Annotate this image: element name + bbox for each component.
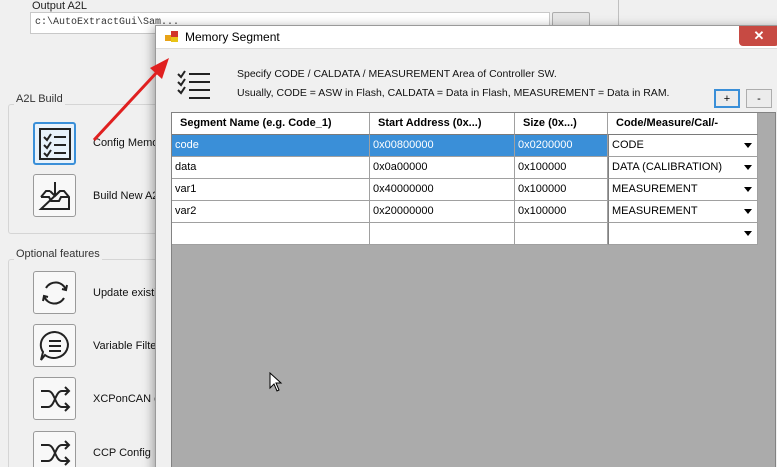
ccp-config-label: CCP Config bbox=[93, 447, 151, 459]
a2l-build-group bbox=[8, 104, 168, 234]
checklist-icon bbox=[177, 70, 210, 99]
dialog-title: Memory Segment bbox=[185, 30, 280, 44]
start-address-cell[interactable]: 0x40000000 bbox=[370, 179, 515, 201]
start-address-cell[interactable] bbox=[370, 223, 515, 245]
type-dropdown[interactable]: MEASUREMENT bbox=[608, 179, 758, 201]
dropdown-arrow-icon[interactable] bbox=[744, 209, 752, 214]
dropdown-arrow-icon[interactable] bbox=[744, 187, 752, 192]
description-line-2: Usually, CODE = ASW in Flash, CALDATA = … bbox=[237, 87, 670, 99]
table-row[interactable]: var2 0x20000000 0x100000 MEASUREMENT bbox=[172, 201, 775, 223]
list-bubble-icon bbox=[39, 330, 69, 361]
segment-name-cell[interactable]: var1 bbox=[172, 179, 370, 201]
variable-filter-button[interactable] bbox=[33, 324, 76, 367]
checklist-icon bbox=[38, 127, 71, 160]
column-header[interactable]: Code/Measure/Cal/- bbox=[608, 113, 758, 135]
xcponcan-label: XCPonCAN c bbox=[93, 393, 160, 405]
ccp-config-button[interactable] bbox=[33, 431, 76, 467]
size-cell[interactable]: 0x100000 bbox=[515, 201, 608, 223]
refresh-icon bbox=[41, 281, 68, 304]
column-header[interactable]: Size (0x...) bbox=[515, 113, 608, 135]
variable-filter-label: Variable Filter bbox=[93, 340, 161, 352]
dropdown-arrow-icon[interactable] bbox=[744, 165, 752, 170]
column-header[interactable]: Segment Name (e.g. Code_1) bbox=[172, 113, 370, 135]
type-value: CODE bbox=[612, 139, 644, 151]
remove-row-button[interactable]: - bbox=[746, 89, 772, 108]
size-cell[interactable]: 0x100000 bbox=[515, 179, 608, 201]
type-value: DATA (CALIBRATION) bbox=[612, 161, 723, 173]
start-address-cell[interactable]: 0x0a00000 bbox=[370, 157, 515, 179]
dropdown-arrow-icon[interactable] bbox=[744, 143, 752, 148]
title-bar[interactable]: Memory Segment ✕ bbox=[156, 26, 777, 49]
segment-name-cell[interactable] bbox=[172, 223, 370, 245]
table-row[interactable]: data 0x0a00000 0x100000 DATA (CALIBRATIO… bbox=[172, 157, 775, 179]
output-a2l-label: Output A2L bbox=[32, 0, 88, 12]
new-row[interactable] bbox=[172, 223, 775, 245]
type-dropdown[interactable]: MEASUREMENT bbox=[608, 201, 758, 223]
inbox-download-icon bbox=[37, 181, 70, 210]
segment-name-cell[interactable]: var2 bbox=[172, 201, 370, 223]
config-memory-button[interactable] bbox=[33, 122, 76, 165]
column-header[interactable]: Start Address (0x...) bbox=[370, 113, 515, 135]
table-row[interactable]: var1 0x40000000 0x100000 MEASUREMENT bbox=[172, 179, 775, 201]
update-existing-label: Update existi bbox=[93, 287, 157, 299]
xcponcan-button[interactable] bbox=[33, 377, 76, 420]
a2l-build-label: A2L Build bbox=[14, 93, 65, 105]
type-dropdown[interactable]: CODE bbox=[608, 135, 758, 157]
start-address-cell[interactable]: 0x00800000 bbox=[370, 135, 515, 157]
app-icon bbox=[165, 31, 178, 42]
shuffle-icon bbox=[40, 385, 70, 412]
start-address-cell[interactable]: 0x20000000 bbox=[370, 201, 515, 223]
segment-name-cell[interactable]: code bbox=[172, 135, 370, 157]
size-cell[interactable]: 0x0200000 bbox=[515, 135, 608, 157]
grid-header: Segment Name (e.g. Code_1) Start Address… bbox=[172, 113, 775, 135]
close-button[interactable]: ✕ bbox=[739, 26, 777, 46]
type-dropdown[interactable] bbox=[608, 223, 758, 245]
size-cell[interactable] bbox=[515, 223, 608, 245]
shuffle-icon bbox=[40, 439, 70, 466]
build-new-a2l-button[interactable] bbox=[33, 174, 76, 217]
type-value: MEASUREMENT bbox=[612, 183, 698, 195]
dropdown-arrow-icon[interactable] bbox=[744, 231, 752, 236]
build-new-a2l-label: Build New A2 bbox=[93, 190, 159, 202]
mouse-cursor-icon bbox=[269, 372, 283, 392]
config-memory-label: Config Memo bbox=[93, 137, 159, 149]
type-dropdown[interactable]: DATA (CALIBRATION) bbox=[608, 157, 758, 179]
segment-grid: Segment Name (e.g. Code_1) Start Address… bbox=[171, 112, 776, 467]
memory-segment-dialog: Memory Segment ✕ Specify CODE / CALDATA … bbox=[155, 25, 777, 467]
type-value: MEASUREMENT bbox=[612, 205, 698, 217]
segment-name-cell[interactable]: data bbox=[172, 157, 370, 179]
update-existing-button[interactable] bbox=[33, 271, 76, 314]
optional-features-label: Optional features bbox=[14, 248, 102, 260]
description-line-1: Specify CODE / CALDATA / MEASUREMENT Are… bbox=[237, 68, 557, 80]
table-row[interactable]: code 0x00800000 0x0200000 CODE bbox=[172, 135, 775, 157]
add-row-button[interactable]: + bbox=[714, 89, 740, 108]
size-cell[interactable]: 0x100000 bbox=[515, 157, 608, 179]
